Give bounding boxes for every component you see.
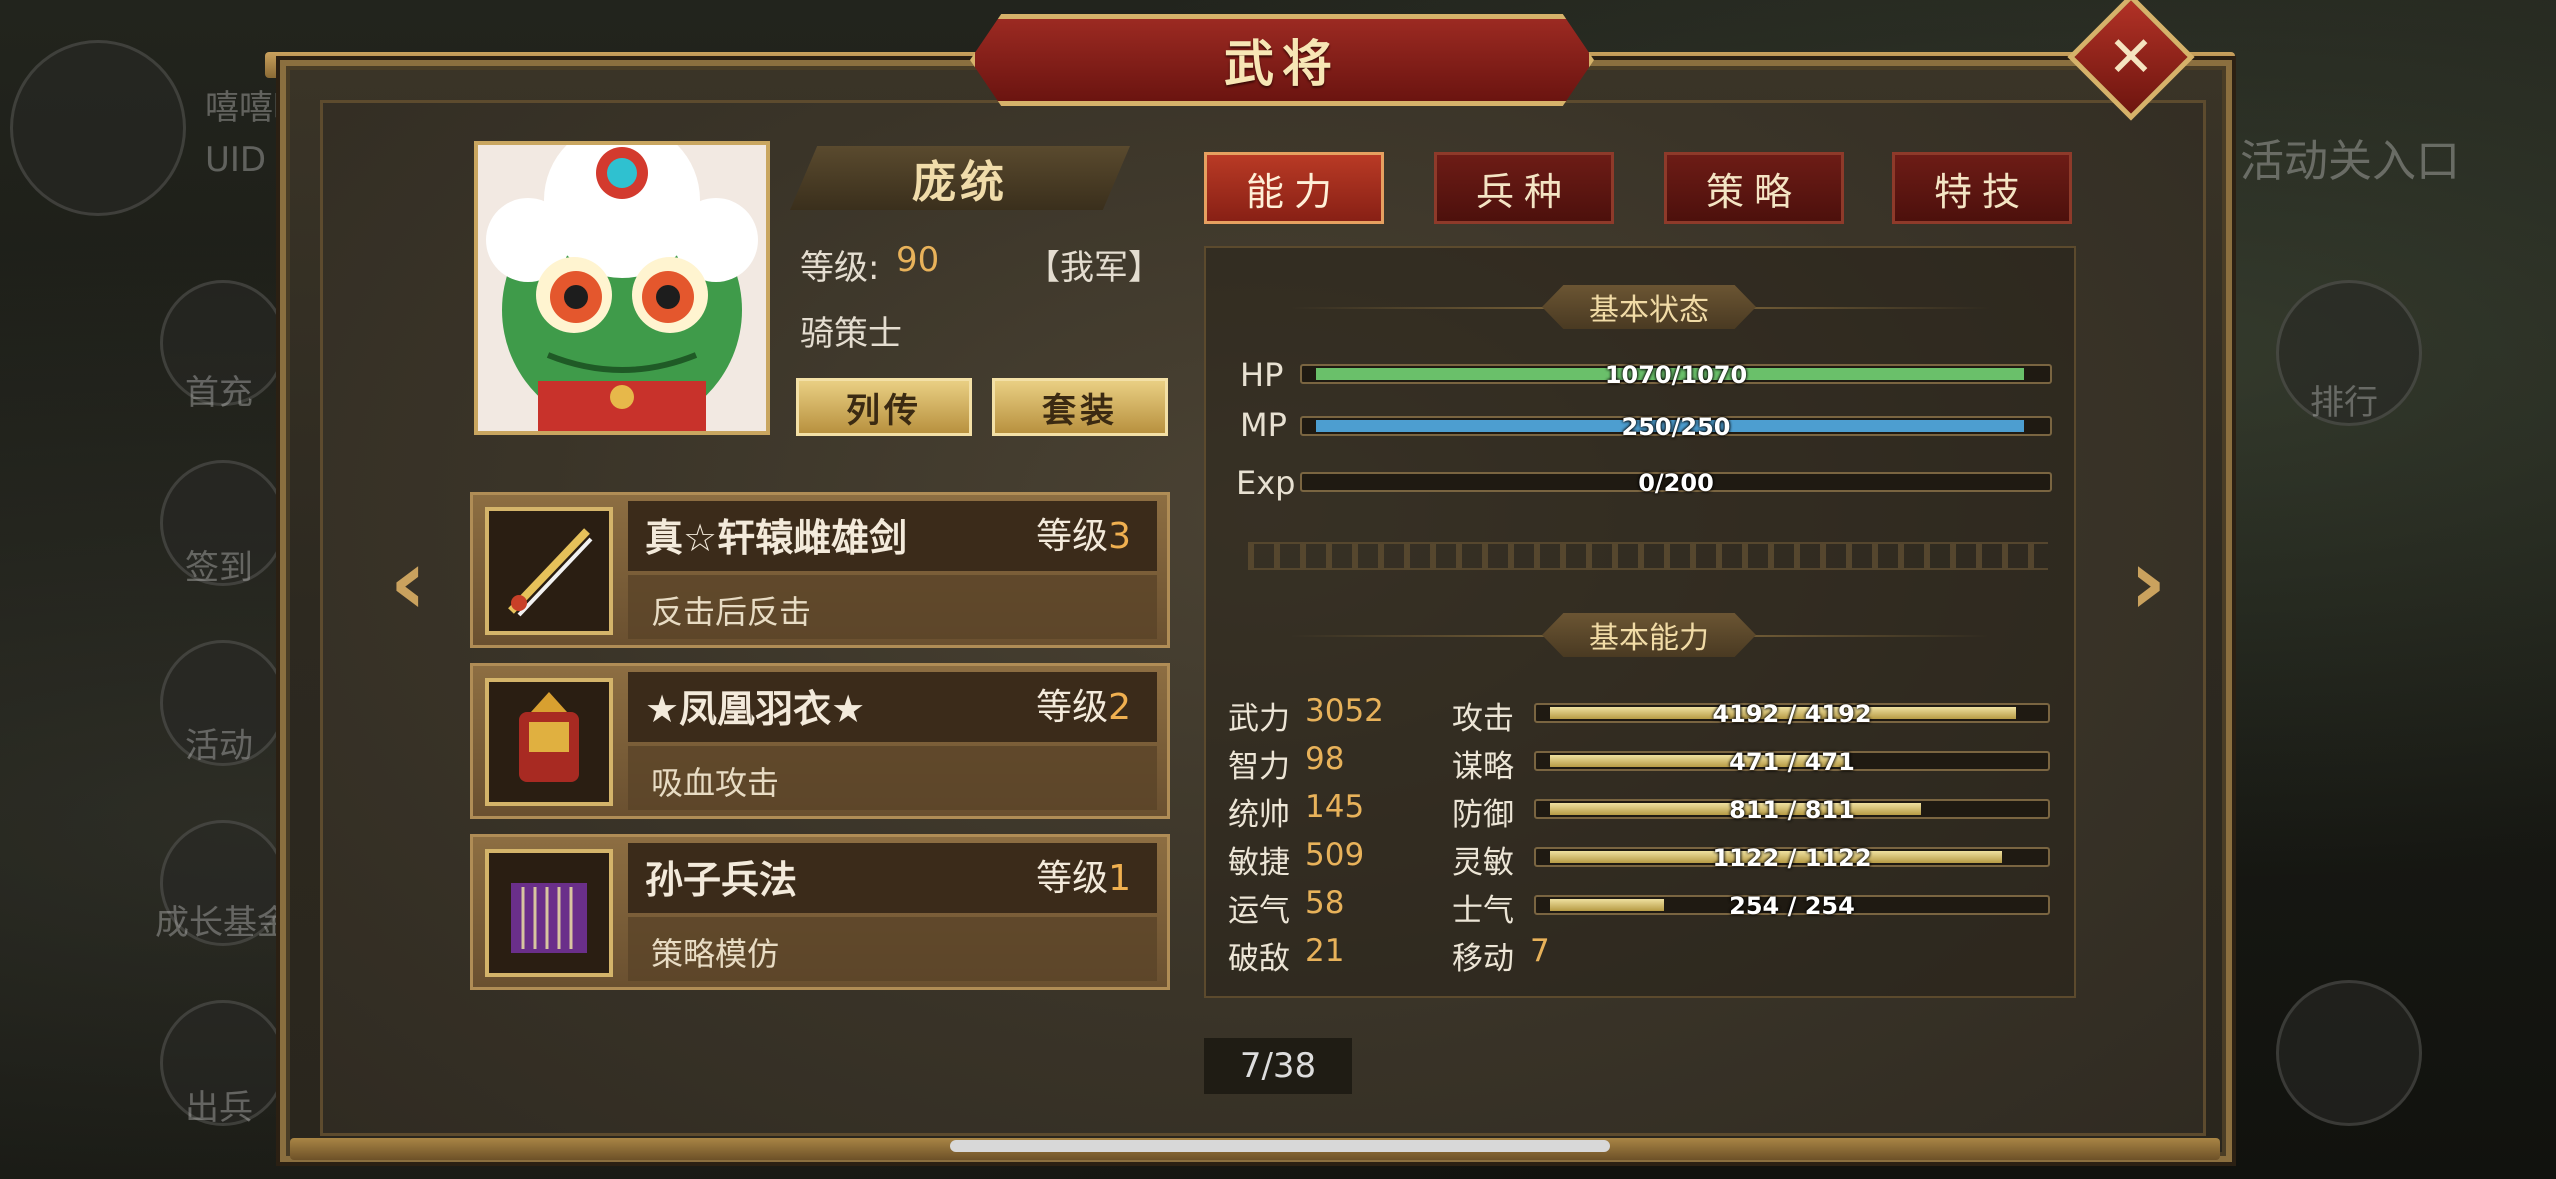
move-label: 移动 xyxy=(1452,941,1514,977)
book-icon xyxy=(485,849,613,977)
ability-stat-value: 98 xyxy=(1305,741,1345,777)
ability-bar-value: 254 / 254 xyxy=(1729,892,1855,920)
ability-stat-value: 3052 xyxy=(1305,693,1384,729)
ability-bar-label: 攻击 xyxy=(1452,701,1514,737)
bg-menu-activity: 活动 xyxy=(185,726,253,766)
equipment-description: 吸血攻击 xyxy=(651,764,780,802)
basic-status-title: 基本状态 xyxy=(1542,285,1756,329)
ability-stat-value: 21 xyxy=(1305,933,1345,969)
event-entry-bg: 活动关入口 xyxy=(2240,136,2460,187)
mp-value: 250/250 xyxy=(1621,413,1731,441)
equipment-name: 真☆轩辕雌雄剑 xyxy=(645,516,908,560)
equipment-level-label: 等级 xyxy=(1036,687,1109,728)
hp-value: 1070/1070 xyxy=(1604,361,1748,389)
basic-ability-title: 基本能力 xyxy=(1542,613,1756,657)
ability-bar-value: 811 / 811 xyxy=(1729,796,1855,824)
exp-value: 0/200 xyxy=(1638,469,1714,497)
equipment-set-button[interactable]: 套装 xyxy=(992,378,1168,436)
ability-bar: 811 / 811 xyxy=(1534,796,2050,824)
next-general-arrow[interactable]: › xyxy=(2118,530,2178,635)
equipment-level-value: 1 xyxy=(1108,858,1131,899)
ability-bar: 1122 / 1122 xyxy=(1534,844,2050,872)
page-indicator: 7/38 xyxy=(1204,1038,1352,1094)
ability-bar-label: 灵敏 xyxy=(1452,845,1514,881)
equipment-level-label: 等级 xyxy=(1036,516,1109,557)
page-title: 武将 xyxy=(1224,35,1340,93)
equipment-slot-armor[interactable]: ★凤凰羽衣★ 等级2 吸血攻击 xyxy=(470,663,1170,819)
exp-bar: 0/200 xyxy=(1300,469,2052,497)
home-indicator[interactable] xyxy=(950,1140,1610,1152)
hero-class: 骑策士 xyxy=(800,314,902,354)
ability-bar-value: 4192 / 4192 xyxy=(1712,700,1872,728)
player-avatar-bg xyxy=(10,40,186,216)
equipment-level-value: 3 xyxy=(1108,516,1131,557)
ability-stat-value: 509 xyxy=(1305,837,1365,873)
ability-bar-label: 谋略 xyxy=(1452,749,1514,785)
tab-special-skill[interactable]: 特技 xyxy=(1892,152,2072,224)
equipment-level: 等级1 xyxy=(1036,849,1131,901)
uid-label-bg: UID xyxy=(205,140,267,180)
ability-stat-label: 运气 xyxy=(1228,893,1290,929)
mp-bar: 250/250 xyxy=(1300,413,2052,441)
hero-portrait-image xyxy=(478,145,766,431)
bg-menu-ranking: 排行 xyxy=(2310,383,2378,423)
ability-bar: 471 / 471 xyxy=(1534,748,2050,776)
hp-bar: 1070/1070 xyxy=(1300,361,2052,389)
ability-bar: 254 / 254 xyxy=(1534,892,2050,920)
ability-bar-label: 防御 xyxy=(1452,797,1514,833)
ability-bar-value: 1122 / 1122 xyxy=(1712,844,1872,872)
bg-menu-circle-more xyxy=(2276,980,2422,1126)
hero-level-label: 等级: xyxy=(800,248,880,288)
ability-bar-label: 士气 xyxy=(1452,893,1514,929)
hero-portrait xyxy=(474,141,770,435)
equipment-level: 等级2 xyxy=(1036,678,1131,730)
move-value: 7 xyxy=(1530,933,1550,969)
ability-stat-label: 敏捷 xyxy=(1228,845,1290,881)
bg-menu-deploy: 出兵 xyxy=(185,1088,253,1128)
tab-troop-type[interactable]: 兵种 xyxy=(1434,152,1614,224)
sword-icon xyxy=(485,507,613,635)
hero-faction: 【我军】 xyxy=(1026,248,1162,288)
tab-ability[interactable]: 能力 xyxy=(1204,152,1384,224)
hero-level-value: 90 xyxy=(896,240,940,280)
equipment-name: ★凤凰羽衣★ xyxy=(645,687,866,731)
equipment-level: 等级3 xyxy=(1036,507,1131,559)
equipment-level-value: 2 xyxy=(1108,687,1131,728)
biography-button[interactable]: 列传 xyxy=(796,378,972,436)
ability-stat-label: 智力 xyxy=(1228,749,1290,785)
bg-menu-growth-fund: 成长基金 xyxy=(155,903,291,943)
ability-stat-label: 统帅 xyxy=(1228,797,1290,833)
hero-name-plate: 庞统 xyxy=(790,146,1130,210)
armor-icon xyxy=(485,678,613,806)
ability-stat-label: 破敌 xyxy=(1228,941,1290,977)
ability-bar-value: 471 / 471 xyxy=(1729,748,1855,776)
equipment-description: 反击后反击 xyxy=(651,593,812,631)
ability-stat-value: 58 xyxy=(1305,885,1345,921)
equipment-description: 策略模仿 xyxy=(651,935,780,973)
equipment-slot-weapon[interactable]: 真☆轩辕雌雄剑 等级3 反击后反击 xyxy=(470,492,1170,648)
equipment-name: 孙子兵法 xyxy=(645,858,798,902)
bg-menu-first-charge: 首充 xyxy=(185,373,253,413)
mp-label: MP xyxy=(1240,406,1287,444)
ability-stat-label: 武力 xyxy=(1228,701,1290,737)
bg-menu-checkin: 签到 xyxy=(185,548,253,588)
previous-general-arrow[interactable]: ‹ xyxy=(378,530,438,635)
title-plate: 武将 xyxy=(970,14,1594,106)
equipment-level-label: 等级 xyxy=(1036,858,1109,899)
ability-stat-value: 145 xyxy=(1305,789,1365,825)
ability-bar: 4192 / 4192 xyxy=(1534,700,2050,728)
tab-strategy[interactable]: 策略 xyxy=(1664,152,1844,224)
meander-ornament xyxy=(1248,542,2048,570)
equipment-slot-book[interactable]: 孙子兵法 等级1 策略模仿 xyxy=(470,834,1170,990)
hero-name: 庞统 xyxy=(912,157,1008,208)
hp-label: HP xyxy=(1240,356,1284,394)
exp-label: Exp xyxy=(1236,464,1296,502)
close-icon[interactable]: ✕ xyxy=(2086,12,2176,102)
